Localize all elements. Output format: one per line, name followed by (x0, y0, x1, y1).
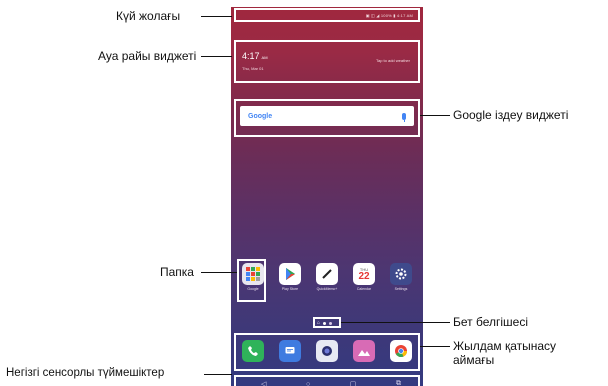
google-search-bar[interactable]: Google (240, 106, 414, 126)
callout-status-bar: Күй жолағы (116, 9, 181, 23)
app-play-store[interactable]: Play Store (275, 263, 305, 291)
callout-page-indicator: Бет белгішесі (453, 315, 529, 329)
back-button-icon[interactable]: ◁ (261, 380, 266, 386)
weather-time: 4:17 AM (242, 51, 268, 61)
pen-icon (316, 263, 338, 285)
callout-line (341, 322, 450, 323)
app-folder[interactable]: Google (238, 263, 268, 291)
callout-home-touch-buttons: Негізгі сенсорлы түймешіктер (6, 367, 165, 379)
gallery-icon[interactable] (353, 340, 375, 362)
gear-icon (390, 263, 412, 285)
home-page-icon: ⌂ (317, 320, 321, 326)
callout-line (201, 56, 232, 57)
app-label: Play Store (281, 287, 299, 291)
callout-line (204, 374, 232, 375)
home-button-icon[interactable]: ○ (306, 381, 310, 386)
weather-tap-text[interactable]: Tap to add weather (376, 58, 410, 63)
dual-window-icon[interactable]: ⧉ (396, 380, 401, 386)
home-apps-row: Google Play Store QuickMemo+ THU 22 Cale… (238, 263, 416, 303)
callout-quick-access-line2: аймағы (453, 353, 495, 367)
page-indicator[interactable]: ⌂ (317, 320, 333, 326)
app-label: Settings (394, 287, 408, 291)
app-calendar[interactable]: THU 22 Calendar (349, 263, 379, 291)
quick-access-dock (242, 340, 412, 364)
callout-google-widget: Google іздеу виджеті (453, 108, 569, 122)
app-quickmemo[interactable]: QuickMemo+ (312, 263, 342, 291)
chrome-icon[interactable] (390, 340, 412, 362)
callout-quick-access-line1: Жылдам қатынасу (453, 339, 557, 353)
app-label: QuickMemo+ (316, 287, 338, 291)
google-logo: Google (248, 112, 273, 120)
calendar-icon: THU 22 (353, 263, 375, 285)
phone-icon[interactable] (242, 340, 264, 362)
home-touch-buttons: ◁ ○ ▢ ⧉ (261, 379, 401, 386)
weather-widget[interactable]: 4:17 AM Thu, Mar 01 Tap to add weather (234, 40, 420, 83)
recents-button-icon[interactable]: ▢ (350, 380, 357, 386)
callout-line (201, 272, 237, 273)
callout-line (420, 346, 450, 347)
callout-line (201, 16, 232, 17)
app-label: Calendar (356, 287, 372, 291)
folder-icon (242, 263, 264, 285)
weather-date: Thu, Mar 01 (242, 66, 264, 71)
callout-weather-widget: Ауа райы виджеті (98, 49, 197, 63)
play-store-icon (279, 263, 301, 285)
page-dot (329, 321, 333, 325)
status-bar-highlight (234, 8, 420, 22)
callout-folder: Папка (160, 265, 194, 279)
callout-line (420, 115, 450, 116)
app-label: Google (247, 287, 259, 291)
camera-icon[interactable] (316, 340, 338, 362)
page-dot (323, 321, 327, 325)
app-settings[interactable]: Settings (386, 263, 416, 291)
mic-icon[interactable] (402, 112, 406, 122)
messages-icon[interactable] (279, 340, 301, 362)
phone-screen: ▣ ◫ ◢ 100% ▮ 4:17 AM 4:17 AM Thu, Mar 01 … (231, 7, 423, 386)
